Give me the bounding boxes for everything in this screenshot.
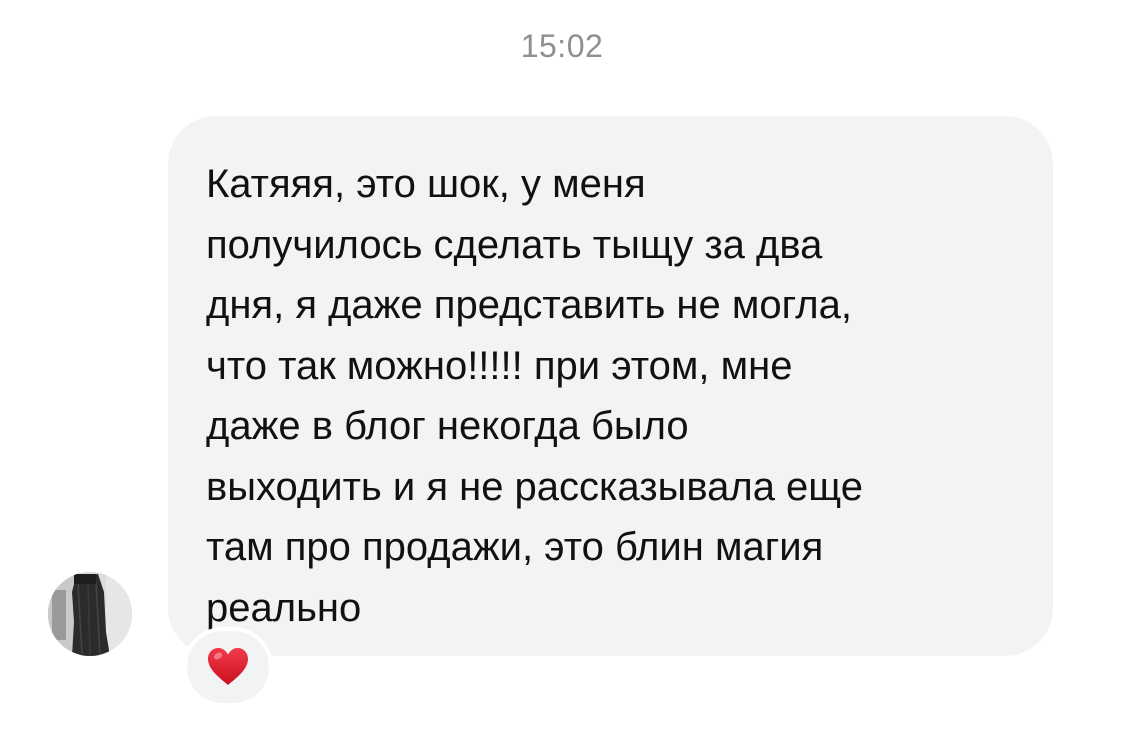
message-text: Катяяя, это шок, у меня получилось сдела…	[206, 162, 864, 630]
avatar-photo-icon	[48, 572, 132, 656]
red-heart-icon	[208, 648, 248, 685]
message-bubble[interactable]: Катяяя, это шок, у меня получилось сдела…	[168, 116, 1053, 656]
sender-avatar[interactable]	[48, 572, 132, 656]
message-row: Катяяя, это шок, у меня получилось сдела…	[0, 0, 1124, 730]
message-reaction[interactable]	[183, 627, 273, 707]
